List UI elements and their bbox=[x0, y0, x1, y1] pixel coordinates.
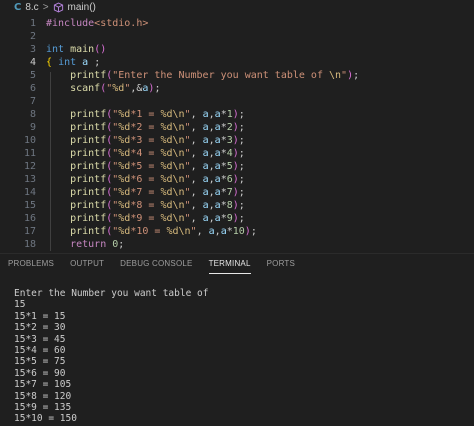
code-text: printf("%d*1 = %d\n", a,a*1); bbox=[70, 109, 245, 120]
code-text: printf("%d*10 = %d\n", a,a*10); bbox=[70, 226, 257, 237]
terminal-line: 15*8 = 120 bbox=[14, 390, 72, 402]
line-number: 8 bbox=[29, 109, 36, 120]
code-text: printf("%d*6 = %d\n", a,a*6); bbox=[70, 174, 245, 185]
terminal-line: 15*9 = 135 bbox=[14, 401, 72, 413]
line-number: 3 bbox=[29, 44, 36, 55]
code-line[interactable]: 17 printf("%d*10 = %d\n", a,a*10); bbox=[0, 225, 474, 238]
tab-problems[interactable]: PROBLEMS bbox=[0, 254, 62, 276]
terminal-line: Enter the Number you want table of bbox=[14, 288, 209, 299]
code-text: scanf("%d",&a); bbox=[70, 83, 161, 94]
code-text: printf("%d*5 = %d\n", a,a*5); bbox=[70, 161, 245, 172]
code-line[interactable]: 15 printf("%d*8 = %d\n", a,a*8); bbox=[0, 199, 474, 212]
code-line[interactable]: 16 printf("%d*9 = %d\n", a,a*9); bbox=[0, 212, 474, 225]
code-line[interactable]: 9 printf("%d*2 = %d\n", a,a*2); bbox=[0, 121, 474, 134]
tab-ports[interactable]: PORTS bbox=[259, 254, 303, 276]
line-number: 1 bbox=[29, 18, 36, 29]
line-number: 5 bbox=[29, 70, 36, 81]
line-number: 18 bbox=[23, 239, 36, 250]
line-number: 14 bbox=[23, 187, 36, 198]
code-text: printf("%d*8 = %d\n", a,a*8); bbox=[70, 200, 245, 211]
tab-debug-console[interactable]: DEBUG CONSOLE bbox=[112, 254, 200, 276]
c-language-icon: C bbox=[14, 2, 22, 13]
breadcrumb: C 8.c > main() bbox=[0, 0, 474, 15]
terminal-output[interactable]: Enter the Number you want table of 15 15*1… bbox=[0, 280, 474, 426]
code-text: printf("%d*9 = %d\n", a,a*9); bbox=[70, 213, 245, 224]
line-number: 13 bbox=[23, 174, 36, 185]
line-number: 16 bbox=[23, 213, 36, 224]
code-line[interactable]: 18 return 0; bbox=[0, 238, 474, 251]
code-text: printf("Enter the Number you want table … bbox=[70, 70, 360, 81]
breadcrumb-function[interactable]: main() bbox=[68, 2, 96, 13]
code-text: printf("%d*7 = %d\n", a,a*7); bbox=[70, 187, 245, 198]
code-line[interactable]: 4 { int a ; bbox=[0, 56, 474, 69]
tab-output[interactable]: OUTPUT bbox=[62, 254, 112, 276]
terminal-line: 15 bbox=[14, 299, 26, 311]
code-line[interactable]: 8 printf("%d*1 = %d\n", a,a*1); bbox=[0, 108, 474, 121]
code-line[interactable]: 2 bbox=[0, 30, 474, 43]
line-number: 12 bbox=[23, 161, 36, 172]
tab-terminal[interactable]: TERMINAL bbox=[201, 254, 259, 276]
code-text: printf("%d*4 = %d\n", a,a*4); bbox=[70, 148, 245, 159]
code-line[interactable]: 3 int main() bbox=[0, 43, 474, 56]
terminal-line: 15*7 = 105 bbox=[14, 379, 72, 391]
code-editor[interactable]: 1 #include<stdio.h> 2 3 int main() 4 { int a ;… bbox=[0, 15, 474, 251]
terminal-line: 15*5 = 75 bbox=[14, 356, 66, 368]
terminal-line: 15*2 = 30 bbox=[14, 322, 66, 334]
function-cube-icon bbox=[53, 2, 63, 13]
line-number: 9 bbox=[29, 122, 36, 133]
terminal-line: 15*4 = 60 bbox=[14, 344, 66, 356]
line-number: 4 bbox=[29, 57, 36, 68]
breadcrumb-file[interactable]: 8.c bbox=[25, 2, 38, 13]
line-number: 2 bbox=[29, 31, 36, 42]
line-number: 15 bbox=[23, 200, 36, 211]
code-text: int main() bbox=[46, 44, 107, 55]
code-line[interactable]: 5 printf("Enter the Number you want tabl… bbox=[0, 69, 474, 82]
line-number: 7 bbox=[29, 96, 36, 107]
code-line[interactable]: 12 printf("%d*5 = %d\n", a,a*5); bbox=[0, 160, 474, 173]
line-number: 10 bbox=[23, 135, 36, 146]
code-line[interactable]: 6 scanf("%d",&a); bbox=[0, 82, 474, 95]
terminal-line: 15*10 = 150 bbox=[14, 413, 77, 425]
terminal-line: 15*1 = 15 bbox=[14, 310, 66, 322]
terminal-line: 15*6 = 90 bbox=[14, 367, 66, 379]
code-line[interactable]: 14 printf("%d*7 = %d\n", a,a*7); bbox=[0, 186, 474, 199]
code-text: printf("%d*2 = %d\n", a,a*2); bbox=[70, 122, 245, 133]
code-line[interactable]: 7 bbox=[0, 95, 474, 108]
code-line[interactable]: 11 printf("%d*4 = %d\n", a,a*4); bbox=[0, 147, 474, 160]
code-line[interactable]: 10 printf("%d*3 = %d\n", a,a*3); bbox=[0, 134, 474, 147]
panel-tabs: PROBLEMS OUTPUT DEBUG CONSOLE TERMINAL PORTS bbox=[0, 254, 474, 276]
code-text: printf("%d*3 = %d\n", a,a*3); bbox=[70, 135, 245, 146]
line-number: 6 bbox=[29, 83, 36, 94]
breadcrumb-separator: > bbox=[42, 2, 49, 13]
line-number: 17 bbox=[23, 226, 36, 237]
code-line[interactable]: 13 printf("%d*6 = %d\n", a,a*6); bbox=[0, 173, 474, 186]
line-number: 11 bbox=[23, 148, 36, 159]
code-text: return 0; bbox=[70, 239, 125, 250]
code-text: #include<stdio.h> bbox=[46, 18, 149, 29]
terminal-line: 15*3 = 45 bbox=[14, 333, 66, 345]
code-text: { int a ; bbox=[46, 57, 101, 68]
code-line[interactable]: 1 #include<stdio.h> bbox=[0, 17, 474, 30]
